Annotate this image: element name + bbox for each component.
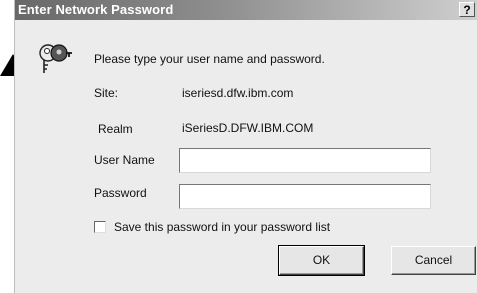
site-value: iseriesd.dfw.ibm.com xyxy=(182,86,294,100)
dialog-title: Enter Network Password xyxy=(18,2,174,17)
username-field[interactable] xyxy=(179,148,431,173)
realm-label: Realm xyxy=(98,122,133,136)
network-password-dialog: Enter Network Password ? Please type you… xyxy=(14,0,477,293)
password-label: Password xyxy=(94,186,147,200)
realm-value: iSeriesD.DFW.IBM.COM xyxy=(182,121,314,135)
password-field[interactable] xyxy=(179,184,431,209)
title-bar: Enter Network Password ? xyxy=(15,0,477,20)
save-password-label: Save this password in your password list xyxy=(114,220,331,234)
ok-button[interactable]: OK xyxy=(278,245,365,276)
cancel-button[interactable]: Cancel xyxy=(391,246,476,275)
keys-icon xyxy=(39,44,72,73)
prompt-text: Please type your user name and password. xyxy=(94,52,325,66)
save-password-checkbox[interactable] xyxy=(94,221,106,233)
help-button[interactable]: ? xyxy=(459,2,475,17)
username-label: User Name xyxy=(94,153,155,167)
site-label: Site: xyxy=(94,86,119,100)
